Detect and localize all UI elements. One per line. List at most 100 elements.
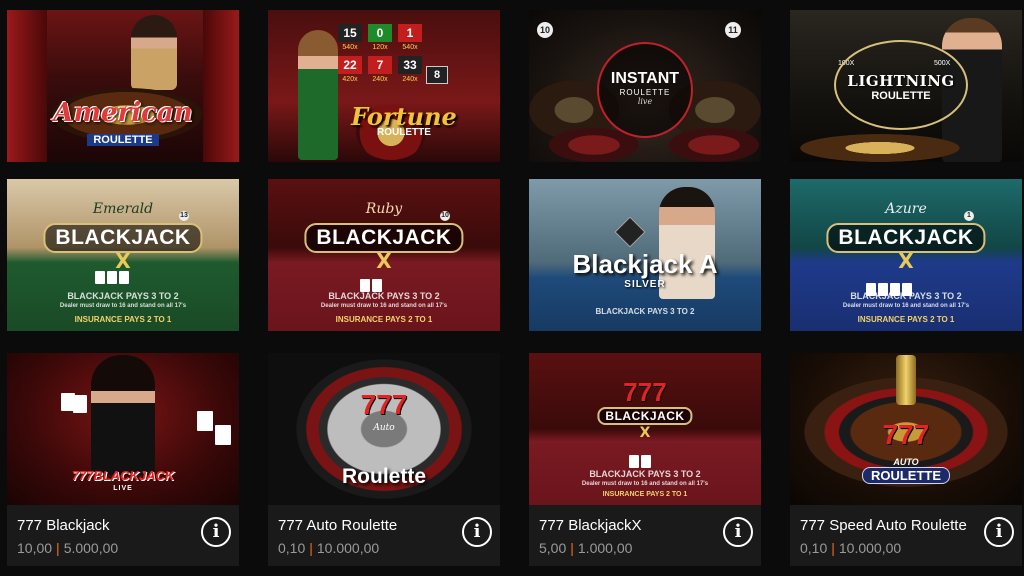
american-roulette-logo: American ROULETTE	[53, 98, 193, 146]
limits-separator: |	[309, 540, 313, 556]
felt-pays-text: BLACKJACK PAYS 3 TO 2	[595, 307, 695, 316]
table-number-badge: 1	[964, 211, 974, 221]
tile-info-bar: 777 Auto Roulette 0,10 | 10.000,00 i	[268, 505, 500, 566]
blackjack-logo: BLACKJACK	[597, 407, 693, 425]
game-title: 777 Blackjack	[17, 517, 110, 534]
limits-separator: |	[570, 540, 574, 556]
fortune-roulette-logo: Fortune ROULETTE	[351, 102, 457, 138]
min-bet: 0,10	[278, 540, 306, 556]
max-bet: 10.000,00	[838, 540, 902, 556]
game-tile-777-speed-auto-roulette[interactable]: 777 AUTO ROULETTE 777 Speed Auto Roulett…	[790, 353, 1022, 566]
felt-insurance-text: INSURANCE PAYS 2 TO 1	[335, 315, 433, 324]
felt-pays-text: BLACKJACK PAYS 3 TO 2	[67, 291, 179, 301]
blackjack-a-logo: Blackjack A	[572, 249, 718, 279]
tile-info-bar: 777 BlackjackX 5,00 | 1.000,00 i	[529, 505, 761, 566]
playing-card	[866, 283, 876, 296]
playing-card	[95, 271, 105, 284]
playing-card	[641, 455, 651, 468]
table-number-badge: 11	[725, 22, 741, 38]
game-tile-emerald-blackjack-x[interactable]: Emerald BLACKJACK 13 X BLACKJACK PAYS 3 …	[7, 179, 239, 331]
felt-rules-text: Dealer must draw to 16 and stand on all …	[59, 303, 187, 309]
game-tile-fortune-roulette[interactable]: 15 0 1 540x 120x 540x 22 7 33 8 420x 240…	[268, 10, 500, 162]
min-bet: 10,00	[17, 540, 53, 556]
tile-info-bar: 777 Blackjack 10,00 | 5.000,00 i	[7, 505, 239, 566]
max-bet: 5.000,00	[63, 540, 119, 556]
777-label: 777	[623, 377, 667, 407]
silver-label: SILVER	[624, 279, 666, 290]
dealer-figure	[91, 355, 155, 475]
min-bet: 0,10	[800, 540, 828, 556]
bet-limits: 0,10 | 10.000,00	[278, 540, 379, 556]
info-icon[interactable]: i	[984, 517, 1014, 547]
bet-limits: 5,00 | 1.000,00	[539, 540, 632, 556]
playing-card	[107, 271, 117, 284]
playing-card	[119, 271, 129, 284]
roulette-logo: Roulette	[342, 465, 426, 488]
playing-card	[197, 411, 213, 431]
felt-rules-text: Dealer must draw to 16 and stand on all …	[581, 481, 709, 487]
roulette-wheel	[800, 134, 960, 162]
max-bet: 10.000,00	[316, 540, 380, 556]
lightning-roulette-logo: LIGHTNING ROULETTE	[834, 40, 968, 130]
777-label: 777	[882, 419, 930, 450]
table-number-badge: 13	[179, 211, 189, 221]
bet-limits: 0,10 | 10.000,00	[800, 540, 901, 556]
tile-info-bar: 777 Speed Auto Roulette 0,10 | 10.000,00 i	[790, 505, 1022, 566]
x-mark: X	[376, 249, 392, 273]
info-icon[interactable]: i	[462, 517, 492, 547]
game-tile-instant-roulette[interactable]: 10 11 INSTANT ROULETTE live	[529, 10, 761, 162]
wheel-turret	[896, 355, 916, 405]
instant-roulette-logo: INSTANT ROULETTE live	[597, 42, 693, 138]
limits-separator: |	[56, 540, 60, 556]
max-bet: 1.000,00	[577, 540, 633, 556]
game-tile-american-roulette[interactable]: American ROULETTE	[7, 10, 239, 162]
game-grid: American ROULETTE 15 0 1 540x 120x 540x …	[0, 0, 1024, 576]
playing-card	[902, 283, 912, 296]
777-blackjack-logo: 777BLACKJACK LIVE	[71, 468, 175, 492]
777-label: 777	[360, 389, 408, 420]
table-number-badge: 10	[440, 211, 450, 221]
auto-roulette-logo: AUTO ROULETTE	[790, 457, 1022, 485]
multiplier-board: 15 0 1 540x 120x 540x 22 7 33 8 420x 240…	[338, 24, 448, 104]
info-icon[interactable]: i	[201, 517, 231, 547]
playing-card	[878, 283, 888, 296]
game-tile-777-blackjack[interactable]: 777BLACKJACK LIVE 777 Blackjack 10,00 | 5.…	[7, 353, 239, 566]
game-tile-blackjack-a-silver[interactable]: Blackjack A SILVER BLACKJACK PAYS 3 TO 2	[529, 179, 761, 331]
script-title: Azure	[885, 201, 927, 217]
x-mark: X	[898, 249, 914, 273]
felt-rules-text: Dealer must draw to 16 and stand on all …	[320, 303, 448, 309]
game-tile-lightning-roulette[interactable]: 100X 500X LIGHTNING ROULETTE	[790, 10, 1022, 162]
playing-card	[372, 279, 382, 292]
x-mark: X	[639, 425, 651, 441]
auto-label: Auto	[373, 423, 395, 433]
roulette-wheel	[669, 128, 759, 162]
game-title: 777 Speed Auto Roulette	[800, 517, 967, 534]
min-bet: 5,00	[539, 540, 567, 556]
game-tile-ruby-blackjack-x[interactable]: Ruby BLACKJACK 10 X BLACKJACK PAYS 3 TO …	[268, 179, 500, 331]
playing-card	[73, 395, 87, 413]
script-title: Ruby	[365, 201, 403, 217]
felt-rules-text: Dealer must draw to 16 and stand on all …	[842, 303, 970, 309]
script-title: Emerald	[92, 201, 154, 217]
dealer-figure	[131, 15, 177, 90]
playing-card	[629, 455, 639, 468]
felt-insurance-text: INSURANCE PAYS 2 TO 1	[602, 491, 688, 498]
game-tile-azure-blackjack-x[interactable]: Azure BLACKJACK 1 X BLACKJACK PAYS 3 TO …	[790, 179, 1022, 331]
playing-card	[215, 425, 231, 445]
felt-pays-text: BLACKJACK PAYS 3 TO 2	[589, 469, 701, 479]
game-title: 777 Auto Roulette	[278, 517, 398, 534]
playing-card	[890, 283, 900, 296]
limits-separator: |	[831, 540, 835, 556]
game-tile-777-auto-roulette[interactable]: 777 Auto Roulette 777 Auto Roulette 0,10…	[268, 353, 500, 566]
game-title: 777 BlackjackX	[539, 517, 642, 534]
x-mark: X	[115, 249, 131, 273]
playing-card	[360, 279, 370, 292]
felt-pays-text: BLACKJACK PAYS 3 TO 2	[328, 291, 440, 301]
bet-limits: 10,00 | 5.000,00	[17, 540, 118, 556]
dealer-figure	[298, 30, 338, 160]
info-icon[interactable]: i	[723, 517, 753, 547]
game-tile-777-blackjackx[interactable]: 777 BLACKJACK X BLACKJACK PAYS 3 TO 2 De…	[529, 353, 761, 566]
felt-insurance-text: INSURANCE PAYS 2 TO 1	[74, 315, 172, 324]
table-number-badge: 10	[537, 22, 553, 38]
felt-insurance-text: INSURANCE PAYS 2 TO 1	[857, 315, 955, 324]
